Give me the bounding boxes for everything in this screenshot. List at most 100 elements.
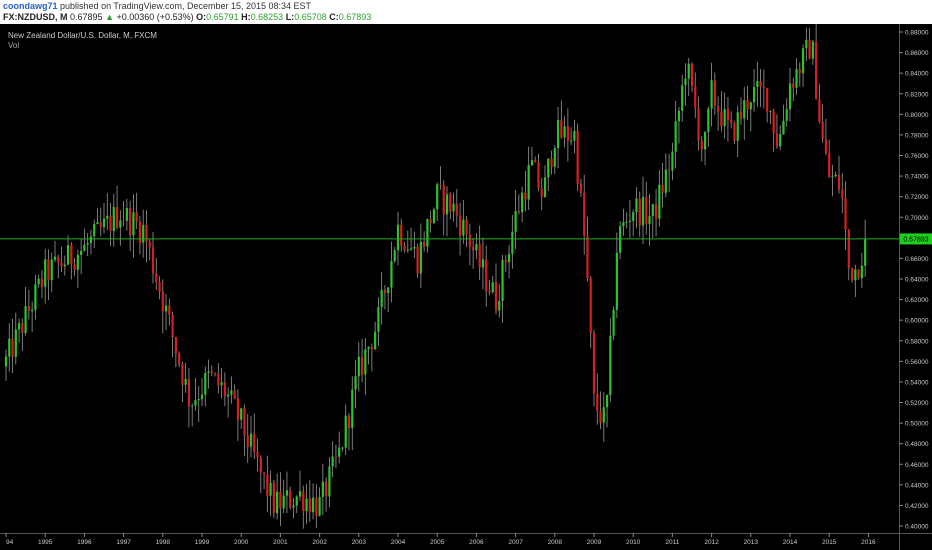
candle-body	[511, 231, 514, 254]
candle-body	[622, 222, 625, 227]
candle-body	[445, 194, 449, 215]
y-tick-label: 0.48000	[905, 441, 929, 448]
candle-body	[645, 196, 648, 224]
candle-body	[661, 184, 664, 193]
candle-body	[605, 395, 609, 408]
candle-body	[837, 174, 841, 190]
low-value: 0.65708	[294, 12, 327, 22]
candle-body	[204, 372, 207, 395]
x-tick-label: 2003	[352, 539, 367, 546]
x-tick-label: 2001	[273, 539, 288, 546]
candle-body	[122, 220, 125, 222]
candle-body	[475, 244, 478, 251]
candle-body	[449, 194, 452, 212]
candle-body	[102, 218, 106, 228]
x-tick-label: 2004	[391, 539, 406, 546]
candle-body	[325, 481, 328, 497]
candle-body	[409, 248, 413, 250]
candle-body	[191, 405, 194, 407]
x-tick-label: 1995	[38, 539, 53, 546]
candle-body	[243, 408, 246, 436]
y-tick-label: 0.42000	[905, 503, 929, 510]
candle-body	[383, 289, 387, 293]
candle-body	[690, 63, 694, 87]
candle-body	[547, 158, 550, 178]
candle-body	[129, 208, 132, 236]
candle-body	[53, 256, 57, 260]
candle-body	[227, 394, 230, 397]
author-link[interactable]: coondawg71	[3, 1, 58, 11]
candle-body	[390, 261, 393, 288]
candle-body	[151, 247, 155, 274]
candle-body	[668, 169, 671, 171]
chart-area[interactable]: 0.88000 0.86000 0.84000 0.82000 0.80000 0.780…	[0, 21, 932, 550]
candle-body	[703, 132, 707, 150]
candle-body	[70, 245, 73, 265]
candle-body	[40, 278, 44, 287]
x-tick-label: 1996	[77, 539, 92, 546]
candle-body	[396, 224, 400, 251]
candle-body	[468, 234, 471, 247]
candle-body	[485, 259, 488, 291]
y-tick-label: 0.62000	[905, 297, 929, 304]
candle-body	[654, 204, 658, 219]
y-tick-label: 0.40000	[905, 524, 929, 531]
candle-body	[635, 198, 638, 213]
candle-body	[710, 80, 713, 109]
candle-body	[733, 123, 736, 141]
symbol-label[interactable]: FX:NZDUSD, M	[3, 12, 68, 22]
x-tick-label: 2012	[704, 539, 719, 546]
candle-body	[253, 433, 256, 453]
candle-body	[187, 378, 191, 407]
candle-body	[24, 306, 27, 334]
candle-body	[194, 400, 197, 406]
candle-body	[73, 264, 76, 270]
candle-body	[21, 323, 24, 334]
candle-body	[400, 224, 403, 246]
candle-body	[380, 289, 383, 308]
candle-body	[478, 244, 481, 268]
price-chart[interactable]: 0.88000 0.86000 0.84000 0.82000 0.80000 0.780…	[0, 21, 932, 550]
candle-body	[788, 83, 792, 110]
candle-body	[730, 119, 733, 124]
candle-body	[416, 246, 419, 274]
candle-body	[334, 456, 338, 458]
candle-body	[178, 353, 181, 365]
candle-body	[158, 281, 161, 292]
chart-background	[0, 24, 932, 550]
candle-body	[86, 243, 89, 245]
candle-body	[341, 447, 344, 449]
candle-body	[338, 447, 341, 457]
candle-body	[818, 99, 821, 122]
candle-body	[599, 410, 602, 423]
candle-body	[44, 259, 47, 287]
candle-body	[775, 133, 779, 147]
candle-body	[638, 198, 641, 226]
candle-body	[553, 148, 556, 167]
candle-body	[364, 349, 367, 375]
candle-body	[501, 259, 504, 302]
candle-body	[628, 220, 632, 222]
candle-body	[749, 102, 752, 110]
x-tick-label: 2009	[587, 539, 602, 546]
candle-body	[135, 212, 138, 222]
x-tick-label: 2013	[744, 539, 759, 546]
candle-body	[717, 106, 720, 112]
candle-body	[233, 390, 236, 399]
candle-body	[850, 268, 854, 281]
candle-body	[556, 120, 560, 149]
x-tick-label: 2000	[234, 539, 249, 546]
candle-body	[632, 212, 635, 221]
y-tick-label: 0.70000	[905, 215, 929, 222]
candle-body	[700, 140, 703, 150]
candle-body	[550, 158, 553, 167]
candle-body	[592, 332, 596, 394]
candle-body	[426, 219, 429, 247]
candle-body	[266, 474, 269, 496]
candle-body	[664, 169, 667, 193]
candle-body	[370, 346, 373, 350]
x-tick-label: 2016	[861, 539, 876, 546]
candle-body	[125, 208, 128, 221]
candle-body	[285, 490, 289, 496]
candle-body	[746, 100, 749, 110]
